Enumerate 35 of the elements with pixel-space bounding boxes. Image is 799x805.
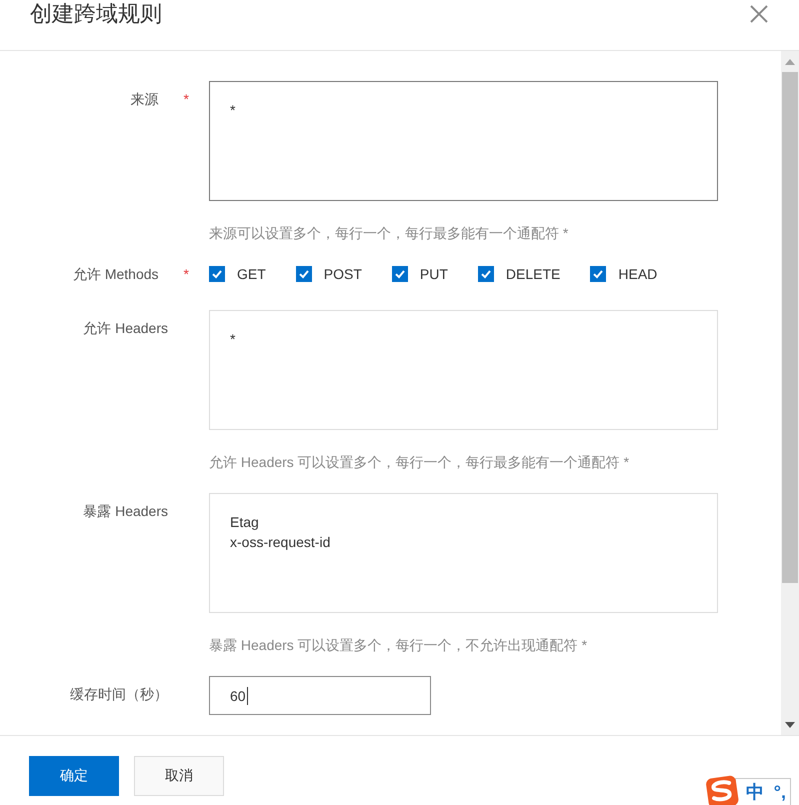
checkbox[interactable] xyxy=(392,266,408,282)
required-mark: * xyxy=(184,90,189,109)
scrollbar-track[interactable] xyxy=(781,51,799,735)
checkbox-label[interactable]: HEAD xyxy=(618,264,658,284)
cancel-button[interactable]: 取消 xyxy=(134,756,224,796)
checkbox[interactable] xyxy=(296,266,312,282)
field-label: 暴露 Headers xyxy=(83,502,168,521)
scroll-down-icon[interactable] xyxy=(785,722,795,728)
checkbox-label[interactable]: GET xyxy=(237,264,266,284)
checkbox-label[interactable]: DELETE xyxy=(506,264,560,284)
field-label: 允许 Headers xyxy=(83,319,168,338)
dialog-title: 创建跨域规则 xyxy=(30,0,162,28)
field-hint: 允许 Headers 可以设置多个，每行一个，每行最多能有一个通配符 * xyxy=(209,453,630,472)
input-field[interactable]: 60 xyxy=(209,676,431,715)
field-label: 允许 Methods xyxy=(72,265,159,284)
checkbox[interactable] xyxy=(209,266,225,282)
textarea-field[interactable]: * xyxy=(209,310,718,430)
checkbox-label[interactable]: PUT xyxy=(420,264,448,284)
checkbox[interactable] xyxy=(478,266,494,282)
field-label: 缓存时间（秒） xyxy=(70,685,168,704)
field-hint: 来源可以设置多个，每行一个，每行最多能有一个通配符 * xyxy=(209,224,570,243)
checkbox[interactable] xyxy=(590,266,606,282)
field-label: 来源 xyxy=(130,90,159,109)
textarea-field[interactable]: Etag x-oss-request-id xyxy=(209,493,718,613)
textarea-field[interactable]: * xyxy=(209,81,718,201)
checkbox-label[interactable]: POST xyxy=(324,264,362,284)
ime-logo-icon[interactable] xyxy=(704,775,739,805)
field-hint: 暴露 Headers 可以设置多个，每行一个，不允许出现通配符 * xyxy=(209,636,588,655)
confirm-button[interactable]: 确定 xyxy=(29,756,119,796)
ime-toggle[interactable]: 中 xyxy=(746,781,764,803)
text-cursor-icon xyxy=(246,686,248,704)
close-button[interactable] xyxy=(750,5,768,23)
ime-toggle[interactable]: °, xyxy=(774,781,786,803)
required-mark: * xyxy=(184,265,189,284)
scrollbar-thumb[interactable] xyxy=(782,72,798,583)
